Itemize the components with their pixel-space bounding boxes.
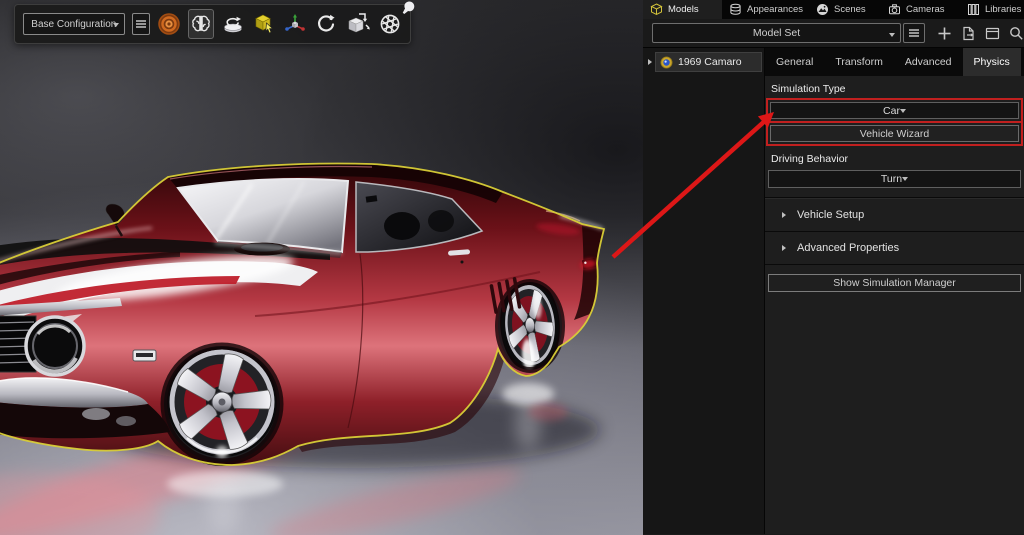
vehicle-wizard-button[interactable]: Vehicle Wizard [770,125,1019,142]
tab-models-label: Models [668,4,699,15]
tab-physics[interactable]: Physics [963,48,1021,76]
model-set-list-button[interactable] [903,23,925,43]
driving-behavior-value: Turn [881,173,902,185]
tab-libraries-label: Libraries [985,4,1021,15]
headlight [26,317,84,375]
transform-gizmo-icon[interactable] [283,11,307,37]
books-icon [967,3,980,16]
tab-libraries[interactable]: Libraries [960,0,1024,19]
chevron-down-icon [113,23,119,27]
tree-item-label: 1969 Camaro [678,56,742,68]
chevron-down-icon [902,177,908,181]
simulation-type-value: Car [883,105,900,117]
tab-general[interactable]: General [765,48,824,76]
tab-scenes[interactable]: Scenes [809,0,881,19]
tab-advanced[interactable]: Advanced [894,48,963,76]
expand-caret-icon [782,212,786,218]
tab-models[interactable]: Models [643,0,722,19]
render-rings-icon[interactable] [157,11,181,37]
model-set-combo-value: Model Set [753,27,800,39]
application-window: Base Configuration [0,0,1024,535]
right-panel: Models Appearances Scenes Cameras [643,0,1024,535]
scene-tree: 1969 Camaro [643,48,765,534]
aperture-icon[interactable] [378,11,402,37]
camera-icon [888,3,901,16]
tree-item-selected-row[interactable]: 1969 Camaro [655,52,762,72]
brain-icon[interactable] [188,9,214,39]
tab-cameras[interactable]: Cameras [881,0,960,19]
pin-icon[interactable] [400,0,416,21]
tree-item-1969-camaro[interactable]: 1969 Camaro [643,52,764,72]
material-cylinder-icon [729,3,742,16]
chevron-down-icon [889,33,895,37]
highlight-box-simulation-type: Car [766,98,1023,123]
tab-transform[interactable]: Transform [824,48,893,76]
properties-tabbar: General Transform Advanced Physics [765,48,1024,76]
list-icon [908,27,920,39]
simulation-type-combo[interactable]: Car [770,102,1019,119]
window-icon[interactable] [985,26,1000,41]
tab-appearances-label: Appearances [747,4,803,15]
car-render [0,0,643,535]
show-simulation-manager-button[interactable]: Show Simulation Manager [768,274,1021,292]
section-advanced-properties[interactable]: Advanced Properties [765,232,1024,265]
cube-export-icon[interactable] [345,11,371,37]
highlight-box-vehicle-wizard: Vehicle Wizard [766,121,1023,146]
cube-wireframe-icon [650,3,663,16]
chevron-down-icon [900,109,906,113]
configuration-combo-value: Base Configuration [31,19,116,30]
list-icon [135,18,147,30]
model-set-combo[interactable]: Model Set [652,23,901,43]
configuration-list-button[interactable] [132,13,150,35]
model-set-bar: Model Set [643,19,1024,48]
tab-appearances[interactable]: Appearances [722,0,809,19]
select-cube-icon[interactable] [252,11,276,37]
simulation-type-label: Simulation Type [771,83,1018,95]
panel-tabbar: Models Appearances Scenes Cameras [643,0,1024,19]
turntable-icon[interactable] [221,11,245,37]
3d-viewport[interactable]: Base Configuration [0,0,643,535]
rotate-icon[interactable] [314,11,338,37]
node-icon [660,56,673,69]
file-export-icon[interactable] [961,26,976,41]
viewport-toolbar: Base Configuration [14,4,411,44]
add-icon[interactable] [937,26,952,41]
driving-behavior-label: Driving Behavior [771,153,1018,165]
tab-scenes-label: Scenes [834,4,866,15]
search-icon[interactable] [1009,26,1024,41]
expand-caret-icon[interactable] [648,59,652,65]
marker-lamp [133,350,156,361]
configuration-combo[interactable]: Base Configuration [23,13,125,35]
driving-behavior-combo[interactable]: Turn [768,170,1021,188]
expand-caret-icon [782,245,786,251]
scene-circle-icon [816,3,829,16]
tab-cameras-label: Cameras [906,4,945,15]
section-vehicle-setup[interactable]: Vehicle Setup [765,199,1024,232]
properties-panel: General Transform Advanced Physics Simul… [765,48,1024,534]
